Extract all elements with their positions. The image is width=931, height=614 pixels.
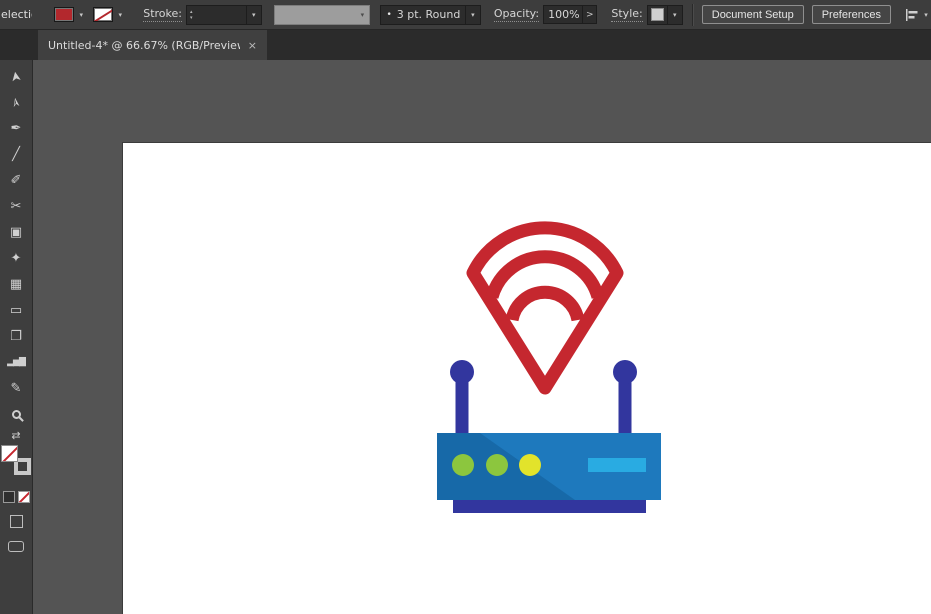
control-bar: election ▾ ▾ Stroke: ▴ ▾ ▾ ▾ • 3 pt. Rou… — [0, 0, 931, 30]
router-base — [453, 500, 646, 513]
chevron-down-icon: ▾ — [468, 11, 478, 19]
router-antenna-right — [613, 360, 637, 437]
chevron-down-icon: ▾ — [357, 11, 367, 19]
shaper-tool[interactable]: ✦ — [3, 245, 29, 271]
color-mode-buttons — [3, 491, 30, 503]
style-preview-swatch — [651, 8, 664, 21]
wifi-pin-icon — [473, 228, 617, 388]
eyedropper-tool[interactable]: ✎ — [3, 375, 29, 401]
column-graph-tool[interactable]: ▂▅▇ — [3, 349, 29, 375]
router-antenna-left — [450, 360, 474, 437]
stroke-color-control[interactable]: ▾ — [93, 7, 125, 22]
brush-preview-icon: • — [381, 10, 396, 20]
brush-definition-value[interactable]: 3 pt. Round — [397, 8, 465, 21]
paintbrush-tool[interactable]: ✐ — [3, 167, 29, 193]
draw-mode-button[interactable] — [10, 515, 23, 528]
symbol-sprayer-tool-icon: ❐ — [10, 329, 22, 344]
shaper-tool-icon: ✦ — [11, 251, 22, 266]
swap-arrows-icon: ⇄ — [11, 429, 20, 442]
align-control[interactable]: ▾ — [903, 8, 931, 22]
indicator-light-green-1 — [452, 454, 474, 476]
router-display — [588, 458, 646, 472]
line-segment-tool-icon: ╱ — [12, 147, 20, 162]
style-label[interactable]: Style: — [611, 7, 642, 22]
opacity-value[interactable]: 100% — [548, 8, 579, 21]
column-graph-tool-icon: ▂▅▇ — [7, 357, 25, 367]
fill-color-indicator[interactable] — [1, 445, 18, 462]
selection-tool[interactable]: ➤ — [3, 63, 29, 89]
wifi-inner-arc — [512, 292, 578, 320]
stroke-none-swatch[interactable] — [93, 7, 113, 22]
curvature-tool-icon: ✒ — [11, 121, 22, 136]
tools-panel: ➤ ➢ ✒ ╱ ✐ ✂ ▣ ✦ ▦ ▭ ❐ ▂▅▇ ✎ ⇄ — [0, 60, 33, 614]
chevron-down-icon: ▾ — [249, 11, 259, 19]
opacity-label[interactable]: Opacity: — [494, 7, 539, 22]
wifi-router-illustration — [420, 175, 680, 525]
scissors-tool[interactable]: ✂ — [3, 193, 29, 219]
preferences-button[interactable]: Preferences — [812, 5, 891, 24]
fill-swatch[interactable] — [54, 7, 74, 22]
stroke-width-stepper[interactable]: ▴ ▾ — [187, 9, 196, 21]
document-tab-strip: Untitled-4* @ 66.67% (RGB/Preview) × — [0, 30, 931, 60]
chevron-down-icon[interactable]: ▾ — [76, 11, 86, 19]
separator — [692, 4, 693, 26]
fill-color-control[interactable]: ▾ — [54, 7, 86, 22]
spinner-down-icon[interactable]: ▾ — [190, 15, 193, 21]
stroke-width-dropdown[interactable]: ▾ — [246, 6, 261, 24]
document-tab-title: Untitled-4* @ 66.67% (RGB/Preview) — [48, 39, 240, 52]
rectangle-tool[interactable]: ▭ — [3, 297, 29, 323]
close-icon[interactable]: × — [240, 39, 257, 52]
perspective-grid-tool-icon: ▦ — [10, 277, 22, 292]
artboard-tool-icon: ▣ — [10, 225, 22, 240]
align-icon — [903, 8, 919, 22]
artboard-tool[interactable]: ▣ — [3, 219, 29, 245]
brush-definition-combobox[interactable]: • 3 pt. Round ▾ — [380, 5, 480, 25]
eyedropper-tool-icon: ✎ — [11, 381, 22, 396]
indicator-light-green-2 — [486, 454, 508, 476]
curvature-tool[interactable]: ✒ — [3, 115, 29, 141]
stroke-width-combobox[interactable]: ▴ ▾ ▾ — [186, 5, 262, 25]
document-tab[interactable]: Untitled-4* @ 66.67% (RGB/Preview) × — [38, 30, 267, 60]
line-segment-tool[interactable]: ╱ — [3, 141, 29, 167]
tool-context-label: election — [0, 8, 32, 21]
expand-icon: > — [586, 10, 594, 20]
swap-fill-stroke-button[interactable]: ⇄ — [11, 429, 20, 443]
stroke-label[interactable]: Stroke: — [143, 7, 182, 22]
document-setup-button[interactable]: Document Setup — [702, 5, 804, 24]
direct-selection-tool[interactable]: ➢ — [3, 89, 29, 115]
opacity-input[interactable]: 100% — [543, 5, 583, 24]
canvas-pasteboard[interactable] — [33, 60, 931, 614]
perspective-grid-tool[interactable]: ▦ — [3, 271, 29, 297]
style-combobox[interactable]: ▾ — [647, 5, 683, 25]
scissors-tool-icon: ✂ — [11, 199, 22, 214]
brush-dropdown[interactable]: ▾ — [465, 6, 480, 24]
zoom-tool[interactable] — [3, 401, 29, 427]
opacity-panel-button[interactable]: > — [583, 5, 597, 24]
paintbrush-tool-icon: ✐ — [11, 173, 22, 188]
zoom-tool-icon — [12, 410, 21, 419]
fill-stroke-indicator — [1, 445, 31, 475]
style-dropdown[interactable]: ▾ — [667, 6, 682, 24]
color-button[interactable] — [3, 491, 15, 503]
screen-mode-button[interactable] — [8, 541, 24, 552]
chevron-down-icon[interactable]: ▾ — [115, 11, 125, 19]
direct-selection-tool-icon: ➢ — [8, 95, 25, 108]
chevron-down-icon[interactable]: ▾ — [921, 11, 931, 19]
width-profile-dropdown: ▾ — [274, 5, 371, 25]
none-button[interactable] — [18, 491, 30, 503]
selection-tool-icon: ➤ — [8, 69, 25, 82]
rectangle-tool-icon: ▭ — [10, 303, 22, 318]
symbol-sprayer-tool[interactable]: ❐ — [3, 323, 29, 349]
chevron-down-icon: ▾ — [670, 11, 680, 19]
indicator-light-yellow — [519, 454, 541, 476]
